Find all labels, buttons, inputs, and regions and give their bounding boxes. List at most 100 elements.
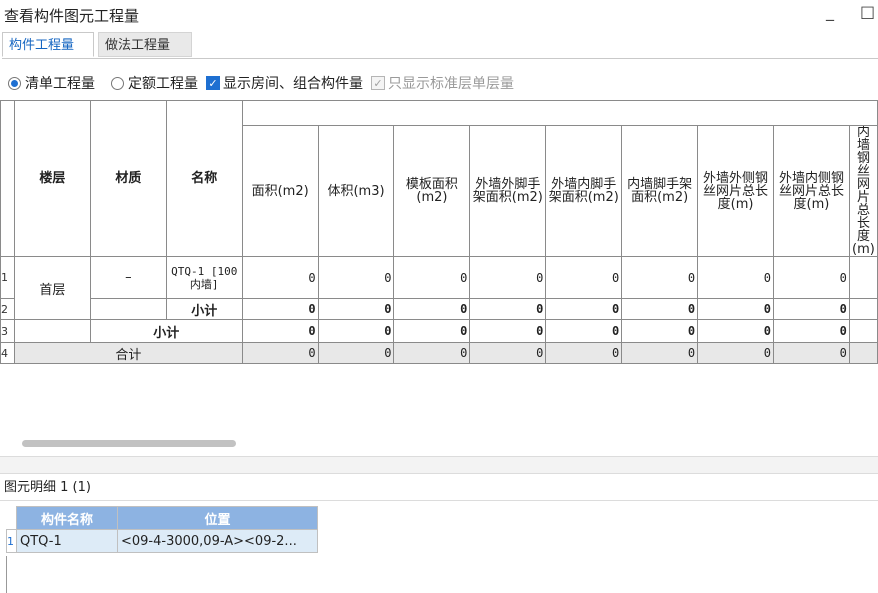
floor-cell[interactable] bbox=[13, 319, 91, 343]
detail-row[interactable]: 1 QTQ-1 <09-4-3000,09-A><09-2... bbox=[6, 529, 318, 553]
detail-header-name[interactable]: 构件名称 bbox=[16, 506, 118, 530]
value-cell[interactable]: 0 bbox=[545, 256, 623, 299]
value-cell-clipped[interactable] bbox=[848, 256, 878, 299]
header-int-mesh[interactable]: 内墙钢丝网片总长度(m) bbox=[848, 125, 878, 257]
tab-strip: 构件工程量 做法工程量 bbox=[2, 32, 878, 58]
value-cell-clipped[interactable] bbox=[848, 342, 878, 364]
value-cell[interactable]: 0 bbox=[469, 319, 547, 343]
detail-name-cell[interactable]: QTQ-1 bbox=[16, 529, 118, 553]
value-cell[interactable]: 0 bbox=[545, 342, 623, 364]
tab-method-quantity[interactable]: 做法工程量 bbox=[98, 32, 192, 57]
tab-divider bbox=[2, 58, 878, 59]
value-cell[interactable]: 0 bbox=[317, 342, 395, 364]
checkbox-disabled-icon: ✓ bbox=[371, 76, 385, 90]
header-ext-inner-mesh[interactable]: 外墙内侧钢丝网片总长度(m) bbox=[773, 125, 850, 257]
value-cell[interactable]: 0 bbox=[241, 342, 319, 364]
value-cell[interactable]: 0 bbox=[393, 342, 471, 364]
value-cell-clipped[interactable] bbox=[848, 319, 878, 343]
header-material[interactable]: 材质 bbox=[89, 100, 167, 257]
header-ext-outer-scaffold[interactable]: 外墙外脚手架面积(m2) bbox=[469, 125, 547, 257]
value-cell[interactable]: 0 bbox=[545, 298, 623, 320]
header-name[interactable]: 名称 bbox=[165, 100, 243, 257]
material-cell[interactable]: – bbox=[89, 256, 167, 299]
header-formwork[interactable]: 模板面积(m2) bbox=[393, 125, 471, 257]
table-row-total[interactable]: 4 合计 0 0 0 0 0 0 0 0 bbox=[0, 342, 878, 364]
header-area[interactable]: 面积(m2) bbox=[241, 125, 319, 257]
value-cell[interactable]: 0 bbox=[773, 319, 850, 343]
total-label[interactable]: 合计 bbox=[13, 342, 243, 364]
value-cell[interactable]: 0 bbox=[697, 298, 774, 320]
value-cell[interactable]: 0 bbox=[773, 342, 850, 364]
header-floor[interactable]: 楼层 bbox=[13, 100, 91, 257]
table-row[interactable]: 3 小计 0 0 0 0 0 0 0 0 bbox=[0, 319, 878, 343]
value-cell[interactable]: 0 bbox=[393, 319, 471, 343]
header-int-scaffold[interactable]: 内墙脚手架面积(m2) bbox=[621, 125, 699, 257]
value-cell[interactable]: 0 bbox=[317, 319, 395, 343]
value-cell[interactable]: 0 bbox=[317, 256, 395, 299]
options-bar: 清单工程量 定额工程量 ✓ 显示房间、组合构件量 ✓ 只显示标准层单层量 bbox=[0, 72, 522, 94]
detail-position-cell[interactable]: <09-4-3000,09-A><09-2... bbox=[117, 529, 318, 553]
material-cell[interactable] bbox=[89, 298, 167, 320]
header-rownum-cell bbox=[0, 100, 15, 257]
floor-cell[interactable]: 首层 bbox=[13, 256, 91, 320]
value-cell[interactable]: 0 bbox=[697, 319, 774, 343]
header-ext-inner-scaffold[interactable]: 外墙内脚手架面积(m2) bbox=[545, 125, 623, 257]
radio-qingdan[interactable]: 清单工程量 bbox=[0, 73, 95, 93]
value-cell[interactable]: 0 bbox=[469, 298, 547, 320]
detail-table: 构件名称 位置 1 QTQ-1 <09-4-3000,09-A><09-2... bbox=[6, 506, 318, 553]
value-cell[interactable]: 0 bbox=[621, 342, 699, 364]
checkbox-only-std-label: 只显示标准层单层量 bbox=[388, 76, 514, 92]
value-cell-clipped[interactable] bbox=[848, 298, 878, 320]
value-cell[interactable]: 0 bbox=[469, 342, 547, 364]
value-cell[interactable]: 0 bbox=[697, 256, 774, 299]
value-cell[interactable]: 0 bbox=[393, 298, 471, 320]
quantity-table-container: 楼层 材质 名称 面积(m2) 体积(m3) 模板面积(m2) 外墙外脚手架面积… bbox=[0, 100, 878, 364]
radio-unselected-icon[interactable] bbox=[111, 76, 124, 90]
checkbox-checked-icon[interactable]: ✓ bbox=[206, 76, 220, 90]
value-cell[interactable]: 0 bbox=[393, 256, 471, 299]
checkbox-only-std: ✓ 只显示标准层单层量 bbox=[371, 73, 514, 93]
value-cell[interactable]: 0 bbox=[621, 298, 699, 320]
quantity-table: 楼层 材质 名称 面积(m2) 体积(m3) 模板面积(m2) 外墙外脚手架面积… bbox=[0, 100, 878, 364]
detail-header-rownum bbox=[6, 506, 17, 530]
header-group-cell bbox=[241, 100, 878, 126]
radio-qingdan-label: 清单工程量 bbox=[25, 76, 95, 92]
value-cell[interactable]: 0 bbox=[697, 342, 774, 364]
panel-border bbox=[6, 556, 7, 593]
value-cell[interactable]: 0 bbox=[241, 319, 319, 343]
row-number: 2 bbox=[0, 298, 15, 320]
component-name-cell[interactable]: QTQ-1 [100 内墙] bbox=[165, 256, 243, 299]
window-title: 查看构件图元工程量 bbox=[4, 7, 140, 25]
title-bar: 查看构件图元工程量 _ □ bbox=[0, 0, 878, 32]
table-row[interactable]: 1 首层 – QTQ-1 [100 内墙] 0 0 0 0 0 0 0 0 bbox=[0, 256, 878, 320]
checkbox-show-room[interactable]: ✓ 显示房间、组合构件量 bbox=[206, 73, 363, 93]
value-cell[interactable]: 0 bbox=[773, 298, 850, 320]
table-row[interactable]: 2 小计 0 0 0 0 0 0 0 0 bbox=[0, 298, 878, 320]
value-cell[interactable]: 0 bbox=[317, 298, 395, 320]
header-ext-outer-mesh[interactable]: 外墙外侧钢丝网片总长度(m) bbox=[697, 125, 774, 257]
detail-title: 图元明细 1 (1) bbox=[4, 480, 91, 495]
horizontal-scrollbar[interactable] bbox=[22, 440, 236, 447]
radio-dinge-label: 定额工程量 bbox=[128, 76, 198, 92]
subtotal-label[interactable]: 小计 bbox=[165, 298, 243, 320]
row-number: 1 bbox=[0, 256, 15, 299]
value-cell[interactable]: 0 bbox=[469, 256, 547, 299]
tab-component-quantity[interactable]: 构件工程量 bbox=[2, 32, 94, 57]
header-volume[interactable]: 体积(m3) bbox=[317, 125, 395, 257]
radio-selected-icon[interactable] bbox=[8, 76, 21, 90]
detail-divider bbox=[0, 500, 878, 501]
checkbox-show-room-label: 显示房间、组合构件量 bbox=[223, 76, 363, 92]
value-cell[interactable]: 0 bbox=[621, 256, 699, 299]
minimize-button[interactable]: _ bbox=[826, 2, 834, 21]
detail-header-position[interactable]: 位置 bbox=[117, 506, 318, 530]
panel-splitter[interactable] bbox=[0, 456, 878, 474]
value-cell[interactable]: 0 bbox=[241, 298, 319, 320]
value-cell[interactable]: 0 bbox=[621, 319, 699, 343]
row-number: 4 bbox=[0, 342, 15, 364]
value-cell[interactable]: 0 bbox=[545, 319, 623, 343]
maximize-button[interactable]: □ bbox=[860, 2, 875, 21]
value-cell[interactable]: 0 bbox=[773, 256, 850, 299]
value-cell[interactable]: 0 bbox=[241, 256, 319, 299]
radio-dinge[interactable]: 定额工程量 bbox=[103, 73, 198, 93]
floor-subtotal-label[interactable]: 小计 bbox=[89, 319, 243, 343]
